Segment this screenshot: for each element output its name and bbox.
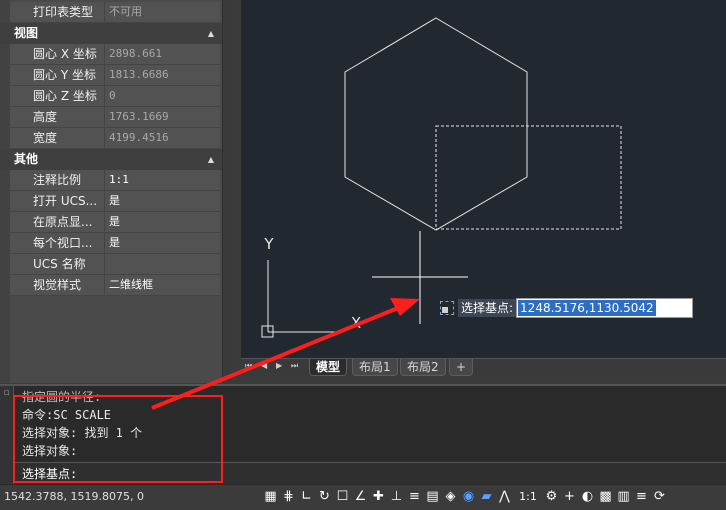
property-value[interactable] [106, 254, 220, 274]
clean-screen-icon[interactable]: ≡ [633, 488, 650, 506]
dynamic-ucs-icon[interactable]: ▰ [478, 488, 495, 506]
command-input[interactable]: 选择基点: [14, 462, 726, 484]
property-row[interactable]: 宽度 4199.4516 [10, 128, 220, 149]
command-history-line: 命令:SC SCALE [22, 408, 112, 422]
dyn-icon[interactable]: ⊥ [388, 488, 405, 506]
property-value[interactable]: 二维线框 [106, 275, 220, 295]
property-value[interactable]: 1763.1669 [106, 107, 220, 127]
property-label: 打印表类型 [10, 2, 105, 22]
property-row[interactable]: 在原点显... 是 [10, 212, 220, 233]
property-label: 高度 [10, 107, 105, 127]
annotation-scale-label[interactable]: 1:1 [514, 488, 542, 506]
property-label: 圆心 X 坐标 [10, 44, 105, 64]
ucs-x-label: X [351, 314, 361, 332]
isolate-objects-icon[interactable]: ▩ [597, 488, 614, 506]
property-value[interactable]: 不可用 [106, 2, 220, 22]
category-title: 视图 [14, 26, 39, 40]
tab-layout1[interactable]: 布局1 [352, 359, 398, 376]
property-category-header[interactable]: 视图 ▲ [0, 23, 222, 44]
tab-model[interactable]: 模型 [309, 359, 348, 376]
osnap-icon[interactable]: ☐ [334, 488, 351, 506]
tab-layout2[interactable]: 布局2 [400, 359, 446, 376]
command-window-grip[interactable]: ▫ [0, 386, 14, 484]
palette-gutter [0, 0, 10, 383]
grid-icon[interactable]: ▦ [262, 488, 279, 506]
polar-icon[interactable]: ↻ [316, 488, 333, 506]
property-row[interactable]: 高度 1763.1669 [10, 107, 220, 128]
properties-palette: 打印表类型 不可用 视图 ▲ 圆心 X 坐标 2898.661 圆心 Y 坐标 1813.66… [0, 0, 232, 383]
lineweight-icon[interactable]: ≡ [406, 488, 423, 506]
command-prompt: 选择基点: [22, 467, 78, 481]
property-row[interactable]: 打开 UCS... 是 [10, 191, 220, 212]
property-label: 圆心 Y 坐标 [10, 65, 105, 85]
property-row[interactable]: 视觉样式 二维线框 [10, 275, 220, 296]
3d-osnap-icon[interactable]: ◉ [460, 488, 477, 506]
workspace-icon[interactable]: ⚙ [543, 488, 560, 506]
next-tab-icon[interactable]: ▶ [276, 361, 282, 370]
command-history: 指定圆的半径: 命令:SC SCALE 选择对象: 找到 1 个 选择对象: [22, 388, 142, 460]
command-history-line: 指定圆的半径: [22, 390, 102, 404]
snap-icon[interactable]: ⋕ [280, 488, 297, 506]
category-title: 其他 [14, 152, 39, 166]
ducs-icon[interactable]: ✚ [370, 488, 387, 506]
property-value[interactable]: 是 [106, 212, 220, 232]
hardware-accel-icon[interactable]: ▥ [615, 488, 632, 506]
annotation-visibility-icon[interactable]: ⋀ [496, 488, 513, 506]
units-icon[interactable]: ◐ [579, 488, 596, 506]
command-history-line: 选择对象: 找到 1 个 [22, 426, 143, 440]
command-window: ▫ 指定圆的半径: 命令:SC SCALE 选择对象: 找到 1 个 选择对象:… [0, 384, 726, 484]
otrack-icon[interactable]: ∠ [352, 488, 369, 506]
property-row[interactable]: 打印表类型 不可用 [10, 2, 220, 23]
first-tab-icon[interactable]: ⏮ [245, 361, 252, 371]
dynamic-input-tooltip: 选择基点: 1248.5176,1130.5042 [440, 298, 693, 318]
property-label: 每个视口... [10, 233, 105, 253]
annotation-monitor-icon[interactable]: + [561, 488, 578, 506]
ucs-icon [261, 260, 341, 338]
ucs-y-label: Y [263, 235, 274, 253]
layout-tabs-bar: ⏮ ◀ ▶ ⏭ 模型 布局1 布局2 + [241, 358, 726, 376]
collapse-icon[interactable]: ▲ [208, 149, 214, 170]
property-value[interactable]: 4199.4516 [106, 128, 220, 148]
collapse-icon[interactable]: ▲ [208, 23, 214, 44]
property-value[interactable]: 是 [106, 233, 220, 253]
last-tab-icon[interactable]: ⏭ [291, 361, 298, 371]
property-row[interactable]: 注释比例 1:1 [10, 170, 220, 191]
customize-icon[interactable]: ⟳ [651, 488, 668, 506]
hexagon-shape[interactable] [344, 17, 528, 231]
command-history-line: 选择对象: [22, 444, 78, 458]
property-value[interactable]: 2898.661 [106, 44, 220, 64]
dynamic-input-value[interactable]: 1248.5176,1130.5042 [518, 300, 656, 316]
tab-add[interactable]: + [449, 359, 474, 376]
property-label: 圆心 Z 坐标 [10, 86, 105, 106]
dynamic-input-icon [440, 301, 454, 315]
ortho-icon[interactable]: ∟ [298, 488, 315, 506]
selection-cycling-icon[interactable]: ◈ [442, 488, 459, 506]
property-label: 在原点显... [10, 212, 105, 232]
palette-scrollbar[interactable] [222, 0, 232, 383]
property-row[interactable]: 圆心 Z 坐标 0 [10, 86, 220, 107]
property-label: 打开 UCS... [10, 191, 105, 211]
property-value[interactable]: 0 [106, 86, 220, 106]
cursor-coordinates[interactable]: 1542.3788, 1519.8075, 0 [4, 490, 144, 503]
property-row[interactable]: 每个视口... 是 [10, 233, 220, 254]
property-label: 宽度 [10, 128, 105, 148]
property-label: UCS 名称 [10, 254, 105, 274]
dynamic-input-prompt: 选择基点: [458, 299, 517, 317]
property-category-header[interactable]: 其他 ▲ [0, 149, 222, 170]
property-label: 视觉样式 [10, 275, 105, 295]
status-bar: 1542.3788, 1519.8075, 0 ▦ ⋕ ∟ ↻ ☐ ∠ ✚ ⊥ … [0, 484, 726, 510]
property-row[interactable]: 圆心 Y 坐标 1813.6686 [10, 65, 220, 86]
property-value[interactable]: 是 [106, 191, 220, 211]
property-row[interactable]: 圆心 X 坐标 2898.661 [10, 44, 220, 65]
transparency-icon[interactable]: ▤ [424, 488, 441, 506]
property-label: 注释比例 [10, 170, 105, 190]
dynamic-input-field[interactable]: 1248.5176,1130.5042 [516, 298, 693, 318]
property-row[interactable]: UCS 名称 [10, 254, 220, 275]
property-value[interactable]: 1813.6686 [106, 65, 220, 85]
prev-tab-icon[interactable]: ◀ [261, 361, 267, 370]
property-value[interactable]: 1:1 [106, 170, 220, 190]
